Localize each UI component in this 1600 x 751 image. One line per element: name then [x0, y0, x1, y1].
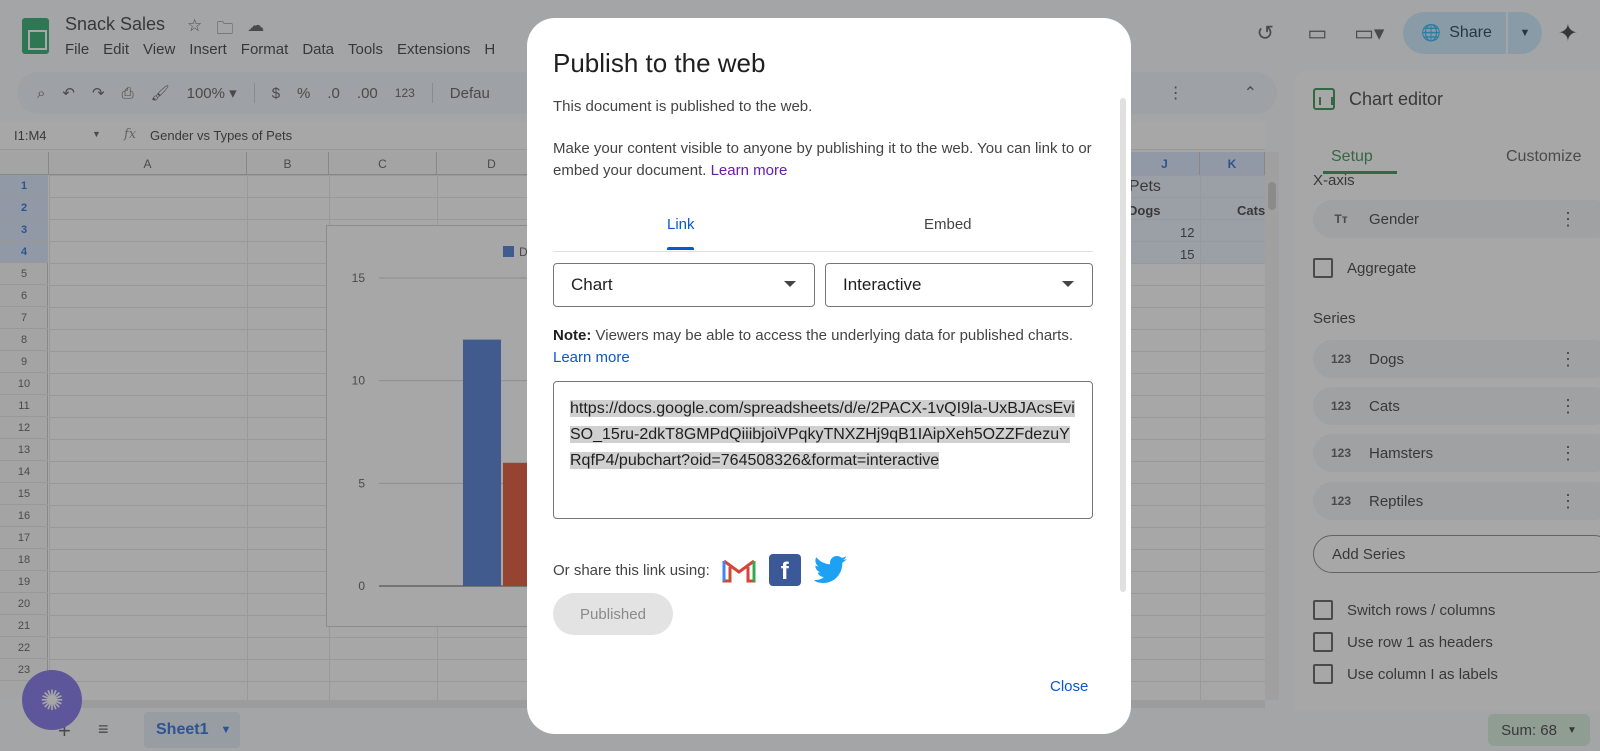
- facebook-icon[interactable]: f: [768, 553, 802, 587]
- note-text: Viewers may be able to access the underl…: [595, 327, 1074, 344]
- published-url-field[interactable]: https://docs.google.com/spreadsheets/d/e…: [553, 381, 1093, 519]
- active-tab-indicator: [667, 247, 694, 250]
- dialog-tabs: Link Embed: [553, 196, 1093, 252]
- tab-embed[interactable]: Embed: [924, 216, 972, 233]
- content-select[interactable]: Chart: [553, 263, 815, 307]
- chevron-down-icon: [1062, 281, 1074, 287]
- dialog-scrollbar[interactable]: [1120, 98, 1126, 592]
- note-label: Note:: [553, 327, 592, 344]
- publish-status-text: This document is published to the web.: [553, 98, 813, 115]
- description-text: Make your content visible to anyone by p…: [553, 140, 1092, 179]
- share-link-row: Or share this link using: f: [553, 553, 848, 587]
- chevron-down-icon: [784, 281, 796, 287]
- format-select[interactable]: Interactive: [825, 263, 1093, 307]
- published-url-text[interactable]: https://docs.google.com/spreadsheets/d/e…: [570, 400, 1075, 469]
- share-via-label: Or share this link using:: [553, 561, 710, 579]
- close-button[interactable]: Close: [1050, 678, 1088, 695]
- format-select-value: Interactive: [843, 275, 922, 294]
- data-access-note: Note: Viewers may be able to access the …: [553, 325, 1093, 369]
- note-learn-more-link[interactable]: Learn more: [553, 349, 630, 366]
- twitter-icon[interactable]: [813, 553, 848, 587]
- dialog-title: Publish to the web: [553, 48, 766, 78]
- learn-more-link[interactable]: Learn more: [711, 162, 788, 179]
- published-button[interactable]: Published: [553, 593, 673, 635]
- tab-link[interactable]: Link: [667, 216, 695, 233]
- gmail-icon[interactable]: [722, 553, 756, 587]
- dialog-description: Make your content visible to anyone by p…: [553, 138, 1093, 182]
- content-select-value: Chart: [571, 275, 613, 294]
- publish-to-web-dialog: Publish to the web This document is publ…: [527, 18, 1131, 734]
